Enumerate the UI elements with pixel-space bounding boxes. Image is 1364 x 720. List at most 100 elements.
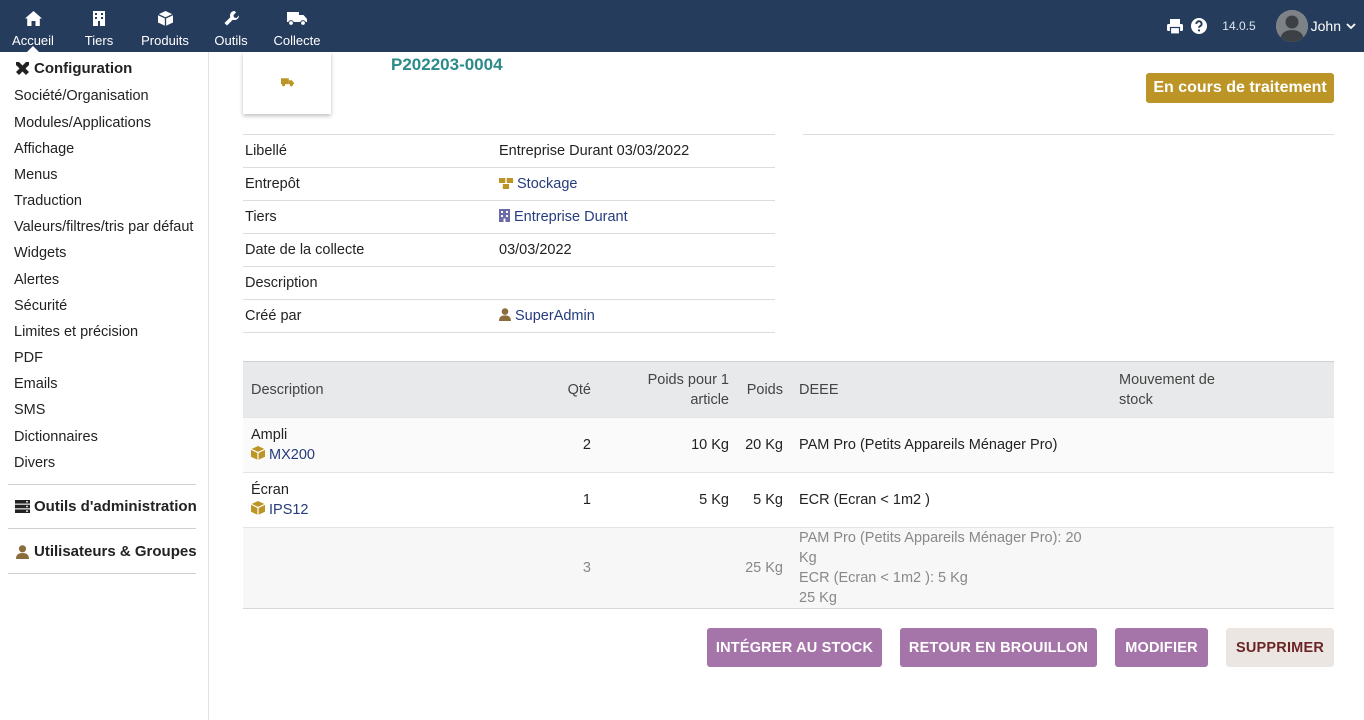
sidebar: Configuration Société/Organisation Modul…: [0, 52, 209, 720]
home-icon: [24, 6, 42, 30]
total-description: [243, 527, 536, 609]
product-link[interactable]: IPS12: [269, 502, 309, 518]
tiers-link[interactable]: Entreprise Durant: [514, 209, 628, 225]
total-poids-unit: [599, 527, 737, 609]
sidebar-item-traduction[interactable]: Traduction: [14, 193, 82, 209]
line-deee: PAM Pro (Petits Appareils Ménager Pro): [791, 417, 1111, 473]
sidebar-divider: [8, 484, 196, 485]
sidebar-item-pdf[interactable]: PDF: [14, 350, 43, 366]
line-mouvement: [1111, 472, 1334, 528]
tools-icon: [14, 61, 30, 77]
nav-accueil[interactable]: Accueil: [12, 0, 54, 52]
status-badge: En cours de traitement: [1146, 73, 1334, 103]
sidebar-item-alertes[interactable]: Alertes: [14, 272, 59, 288]
back-to-draft-button[interactable]: RETOUR EN BROUILLON: [900, 628, 1097, 667]
col-deee: DEEE: [791, 361, 1111, 418]
total-mouvement: [1111, 527, 1334, 609]
sidebar-admin-tools-heading[interactable]: Outils d'administration: [14, 498, 197, 515]
nav-tiers[interactable]: Tiers: [84, 0, 114, 52]
info-row-description: Description: [243, 266, 775, 300]
info-value: Entreprise Durant 03/03/2022: [497, 134, 775, 168]
line-qte: 2: [536, 417, 599, 473]
info-row-entrepot: Entrepôt Stockage: [243, 167, 775, 201]
line-poids: 5 Kg: [737, 472, 791, 528]
sidebar-item-emails[interactable]: Emails: [14, 376, 58, 392]
sidebar-heading-label: Outils d'administration: [34, 498, 197, 515]
total-row: 3 25 Kg PAM Pro (Petits Appareils Ménage…: [243, 527, 1334, 609]
avatar: [1275, 10, 1308, 42]
product-link[interactable]: MX200: [269, 447, 315, 463]
user-icon: [14, 544, 30, 560]
sidebar-item-securite[interactable]: Sécurité: [14, 298, 67, 314]
sidebar-item-widgets[interactable]: Widgets: [14, 245, 66, 261]
nav-label: Tiers: [84, 33, 114, 48]
sidebar-item-divers[interactable]: Divers: [14, 455, 55, 471]
col-mouvement-line2: stock: [1119, 391, 1153, 408]
wrench-icon: [224, 6, 239, 30]
info-value: [497, 266, 775, 300]
sidebar-item-sms[interactable]: SMS: [14, 402, 45, 418]
line-name: Écran: [251, 481, 289, 498]
user-menu[interactable]: John: [1275, 10, 1356, 42]
col-mouvement-line1: Mouvement de: [1119, 371, 1215, 388]
building-icon: [93, 6, 105, 30]
modify-button[interactable]: MODIFIER: [1115, 628, 1208, 667]
sidebar-item-dictionnaires[interactable]: Dictionnaires: [14, 429, 98, 445]
lines-header-row: Description Qté Poids pour 1 article Poi…: [243, 361, 1334, 418]
col-mouvement: Mouvement de stock: [1111, 361, 1334, 418]
info-label: Description: [243, 266, 497, 300]
boxes-icon: [499, 177, 513, 193]
delete-button[interactable]: SUPPRIMER: [1226, 628, 1334, 667]
info-value: SuperAdmin: [497, 299, 775, 333]
col-poids-unit-line1: Poids pour 1: [647, 371, 729, 388]
help-icon[interactable]: [1188, 15, 1210, 37]
print-icon[interactable]: [1164, 15, 1186, 37]
col-poids-unit: Poids pour 1 article: [599, 361, 737, 418]
col-poids: Poids: [737, 361, 791, 418]
total-deee-line: ECR (Ecran < 1m2 ): 5 Kg: [799, 570, 968, 586]
info-value: 03/03/2022: [497, 233, 775, 267]
table-row: Écran IPS12 1 5 Kg 5 Kg ECR (Ecran < 1m2…: [243, 472, 1334, 528]
sidebar-divider: [8, 573, 196, 574]
cube-icon: [250, 445, 266, 466]
col-description: Description: [243, 361, 536, 418]
line-qte: 1: [536, 472, 599, 528]
info-label: Entrepôt: [243, 167, 497, 201]
nav-produits[interactable]: Produits: [141, 0, 189, 52]
nav-collecte[interactable]: Collecte: [273, 0, 321, 52]
record-ref: P202203-0004: [391, 55, 503, 74]
creator-link[interactable]: SuperAdmin: [515, 308, 595, 324]
info-label: Tiers: [243, 200, 497, 234]
line-deee: ECR (Ecran < 1m2 ): [791, 472, 1111, 528]
info-row-date: Date de la collecte 03/03/2022: [243, 233, 775, 267]
line-poids-unit: 5 Kg: [599, 472, 737, 528]
sidebar-users-groups-heading[interactable]: Utilisateurs & Groupes: [14, 543, 197, 560]
entrepot-link[interactable]: Stockage: [517, 176, 577, 192]
line-description: Ampli MX200: [243, 417, 536, 473]
nav-outils[interactable]: Outils: [214, 0, 248, 52]
sidebar-heading-label: Utilisateurs & Groupes: [34, 543, 197, 560]
sidebar-item-modules[interactable]: Modules/Applications: [14, 115, 151, 131]
user-name: John: [1310, 18, 1341, 34]
nav-label: Produits: [141, 33, 189, 48]
integrate-stock-button[interactable]: INTÉGRER AU STOCK: [707, 628, 882, 667]
nav-label: Outils: [214, 33, 248, 48]
total-deee: PAM Pro (Petits Appareils Ménager Pro): …: [791, 527, 1111, 609]
truck-icon: [280, 74, 294, 92]
sidebar-configuration-heading[interactable]: Configuration: [14, 60, 132, 77]
topbar-right: 14.0.5 John: [1164, 0, 1364, 52]
sidebar-item-valeurs[interactable]: Valeurs/filtres/tris par défaut: [14, 219, 193, 235]
chevron-down-icon: [1346, 22, 1356, 30]
sidebar-item-limites[interactable]: Limites et précision: [14, 324, 138, 340]
sidebar-item-affichage[interactable]: Affichage: [14, 141, 74, 157]
sidebar-item-menus[interactable]: Menus: [14, 167, 58, 183]
sidebar-heading-label: Configuration: [34, 60, 133, 77]
line-poids-unit: 10 Kg: [599, 417, 737, 473]
building-icon: [499, 208, 510, 226]
sidebar-item-societe[interactable]: Société/Organisation: [14, 88, 149, 104]
truck-icon: [287, 6, 307, 30]
info-row-cree-par: Créé par SuperAdmin: [243, 299, 775, 333]
total-deee-line: PAM Pro (Petits Appareils Ménager Pro): …: [799, 530, 1082, 566]
nav-label: Accueil: [12, 33, 54, 48]
table-row: Ampli MX200 2 10 Kg 20 Kg PAM Pro (Petit…: [243, 417, 1334, 473]
